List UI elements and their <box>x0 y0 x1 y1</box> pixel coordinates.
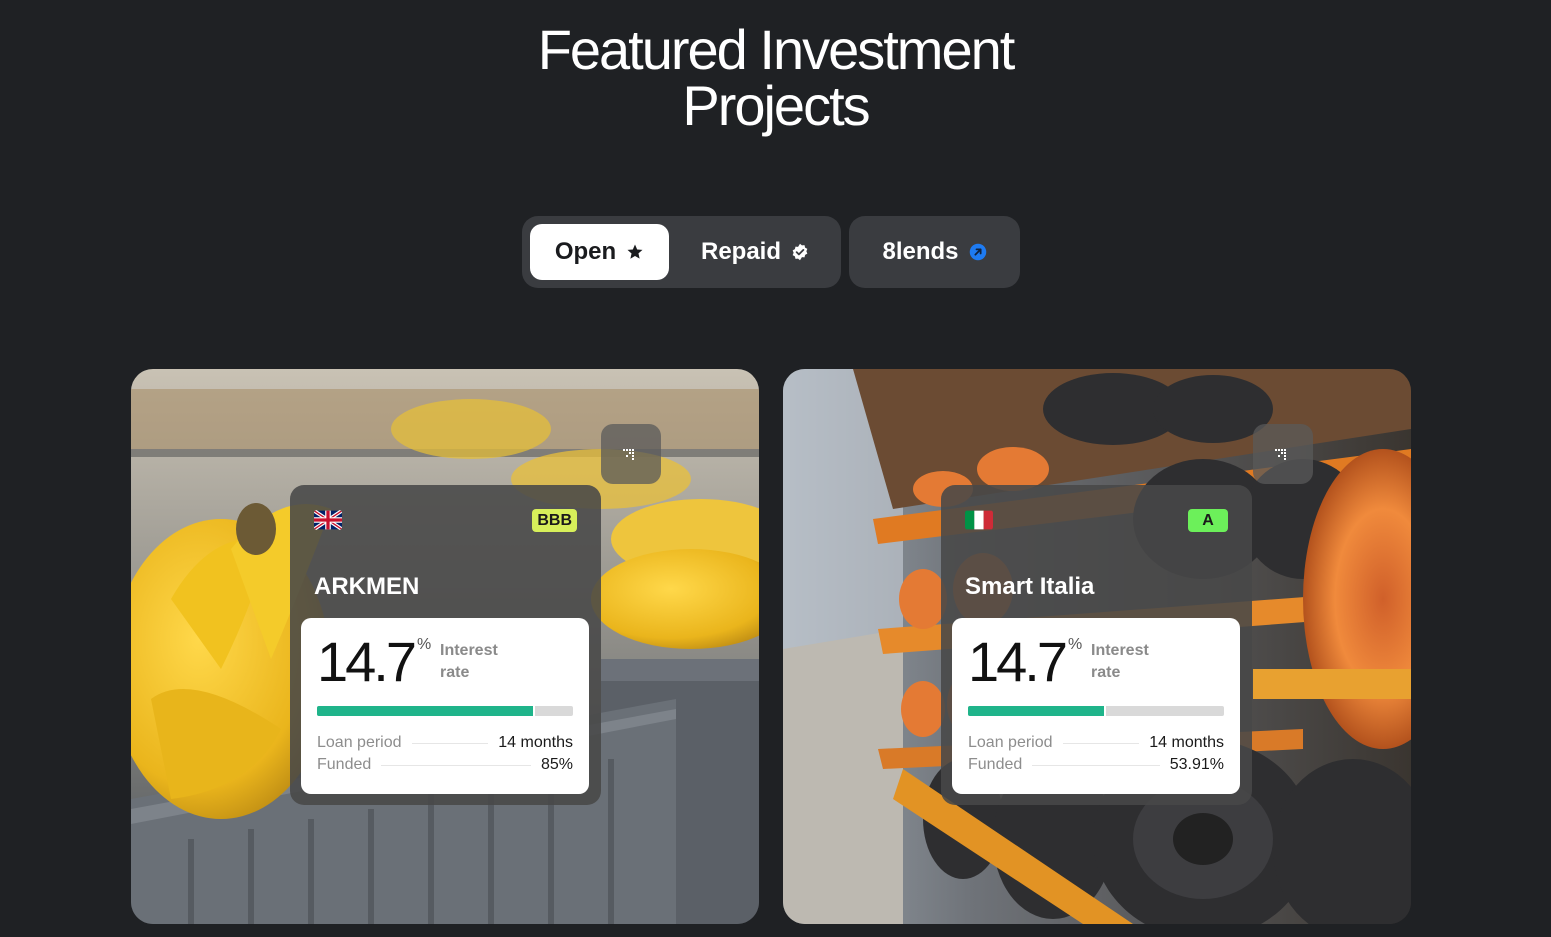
section-heading: Featured Investment Projects <box>0 22 1551 134</box>
funded-label: Funded <box>317 756 372 773</box>
project-name[interactable]: ARKMEN <box>314 573 419 601</box>
page: Featured Investment Projects Open Repaid… <box>0 0 1551 937</box>
funding-progress-fill <box>317 706 535 716</box>
star-icon <box>627 244 643 259</box>
interest-rate-value: 14.7 <box>317 630 417 693</box>
interest-rate-unit: % <box>1068 636 1083 653</box>
loan-period-value: 14 months <box>498 734 573 751</box>
interest-rate-label: Interest rate <box>440 640 520 684</box>
credit-rating-badge: BBB <box>532 509 577 532</box>
funded-label: Funded <box>968 756 1023 773</box>
project-card[interactable]: A Smart Italia 14.7 % Interest rate Loan… <box>783 369 1411 924</box>
credit-rating-badge: A <box>1188 509 1228 532</box>
arrow-up-right-icon <box>1275 449 1286 460</box>
heading-line-1: Featured Investment <box>537 18 1016 81</box>
tab-8lends[interactable]: 8lends <box>849 216 1020 288</box>
tab-open-label: Open <box>554 238 617 265</box>
funding-progress-bar <box>968 706 1224 716</box>
tab-open[interactable]: Open <box>530 224 669 280</box>
interest-label-line-2: rate <box>440 664 470 681</box>
interest-rate-label: Interest rate <box>1091 640 1171 684</box>
interest-label-line-1: Interest <box>1091 642 1149 659</box>
funded-row: Funded 53.91% <box>968 755 1224 775</box>
open-project-button[interactable] <box>601 424 661 484</box>
interest-label-line-2: rate <box>1091 664 1121 681</box>
arrow-up-right-icon <box>623 449 634 460</box>
project-info-panel: A Smart Italia 14.7 % Interest rate Loan… <box>941 485 1252 805</box>
row-divider <box>1062 742 1140 744</box>
arrow-up-right-circle-icon <box>969 243 986 261</box>
funding-progress-fill <box>968 706 1106 716</box>
verified-check-icon <box>792 243 808 261</box>
row-divider <box>381 764 531 766</box>
project-card[interactable]: BBB ARKMEN 14.7 % Interest rate Loan per… <box>131 369 759 924</box>
loan-period-row: Loan period 14 months <box>968 733 1224 753</box>
heading-line-2: Projects <box>682 74 870 137</box>
funded-value: 85% <box>540 756 573 773</box>
interest-rate-unit: % <box>417 636 432 653</box>
project-stats: 14.7 % Interest rate Loan period 14 mont… <box>952 618 1240 794</box>
row-divider <box>411 742 489 744</box>
funding-progress-bar <box>317 706 573 716</box>
loan-period-label: Loan period <box>968 734 1053 751</box>
italy-flag-icon <box>965 510 993 530</box>
interest-label-line-1: Interest <box>440 642 498 659</box>
loan-period-value: 14 months <box>1149 734 1224 751</box>
project-info-panel: BBB ARKMEN 14.7 % Interest rate Loan per… <box>290 485 601 805</box>
tab-repaid[interactable]: Repaid <box>677 224 833 280</box>
row-divider <box>1032 764 1160 766</box>
united-kingdom-flag-icon <box>314 510 342 530</box>
status-tabs: Open Repaid <box>522 216 841 288</box>
project-name[interactable]: Smart Italia <box>965 573 1094 601</box>
open-project-button[interactable] <box>1253 424 1313 484</box>
funded-value: 53.91% <box>1169 756 1224 773</box>
interest-rate-value: 14.7 <box>968 630 1068 693</box>
loan-period-row: Loan period 14 months <box>317 733 573 753</box>
tab-repaid-label: Repaid <box>700 238 781 265</box>
tab-8lends-label: 8lends <box>882 238 959 265</box>
project-stats: 14.7 % Interest rate Loan period 14 mont… <box>301 618 589 794</box>
loan-period-label: Loan period <box>317 734 402 751</box>
funded-row: Funded 85% <box>317 755 573 775</box>
